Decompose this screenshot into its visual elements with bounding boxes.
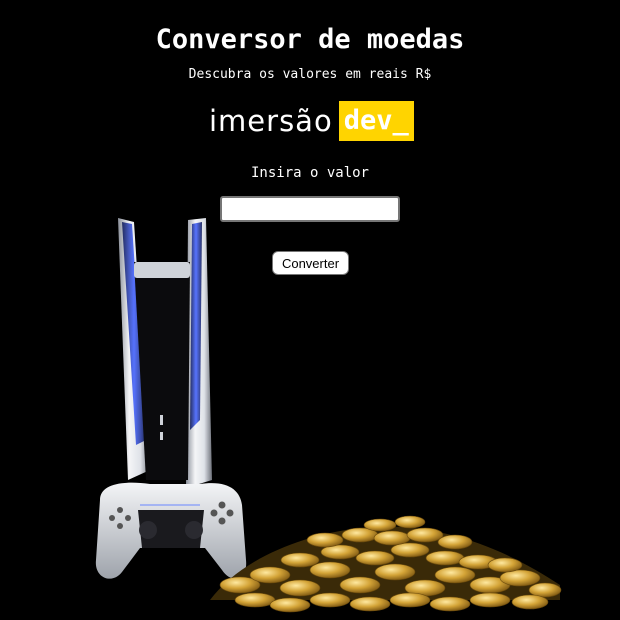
imersao-dev-logo: imersão dev_ <box>209 101 414 141</box>
page-title: Conversor de moedas <box>155 24 465 55</box>
logo-text-dev: dev_ <box>338 101 414 141</box>
controller-illustration <box>95 482 247 579</box>
coins-illustration <box>210 515 562 613</box>
console-illustration <box>118 218 212 488</box>
page-subtitle: Descubra os valores em reais R$ <box>188 67 432 82</box>
page: Conversor de moedas Descubra os valores … <box>0 0 620 620</box>
convert-button[interactable]: Converter <box>272 251 349 275</box>
value-label: Insira o valor <box>250 165 369 181</box>
value-input[interactable] <box>220 196 400 222</box>
background-image <box>95 218 562 613</box>
logo-text-imersao: imersão <box>209 104 333 138</box>
